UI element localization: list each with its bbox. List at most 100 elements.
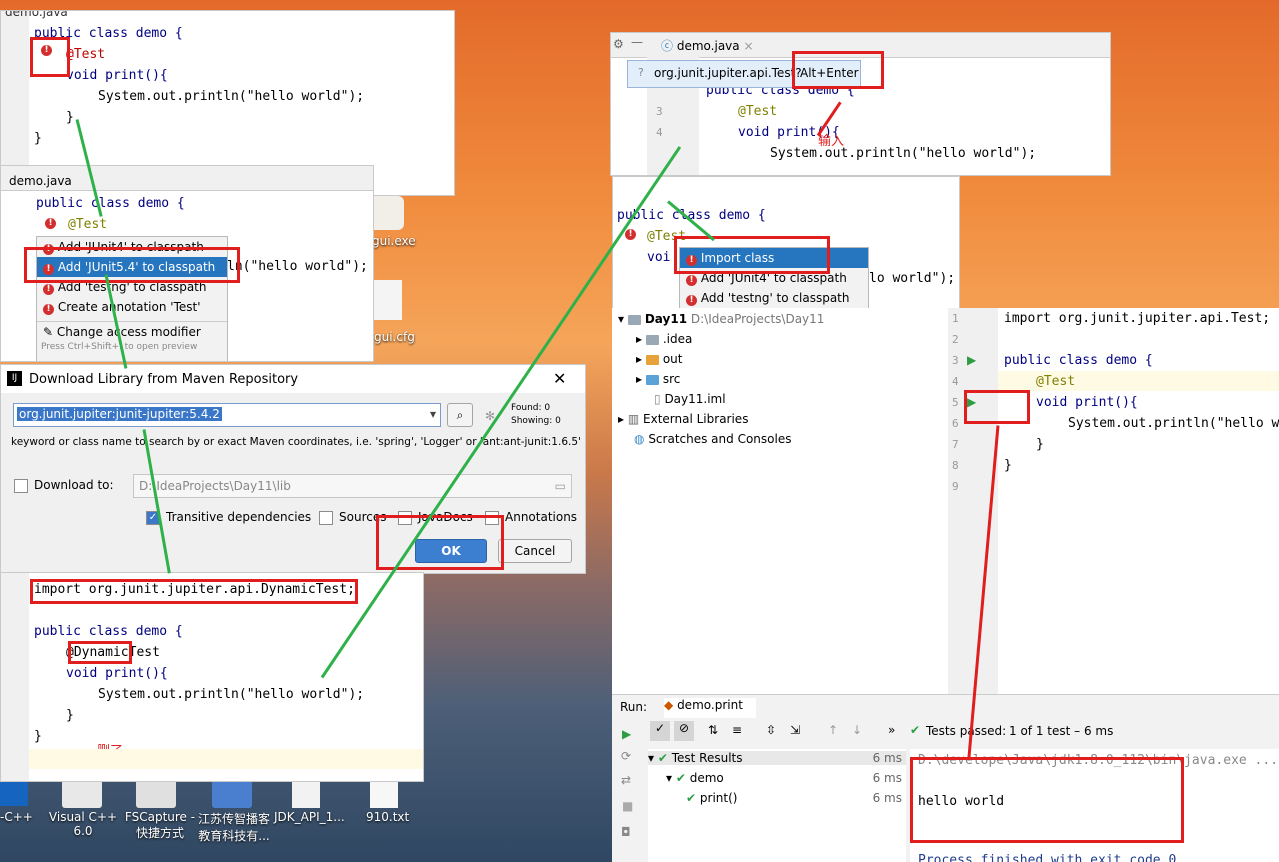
- close-icon[interactable]: ✕: [553, 369, 566, 388]
- editor-tab[interactable]: ⓒ demo.java ×: [661, 37, 754, 54]
- expand-icon[interactable]: ⇳: [766, 723, 776, 737]
- tree-item[interactable]: ▸ ▥ External Libraries: [618, 412, 748, 426]
- editor-tab[interactable]: demo.java: [5, 11, 68, 19]
- menu-item[interactable]: ! Add 'JUnit4' to classpath: [680, 268, 868, 288]
- annotation-line: @DynamicTest: [66, 645, 160, 660]
- test-node[interactable]: ▾ ✔ Test Results 6 ms: [648, 751, 906, 765]
- collapse-icon[interactable]: ⇲: [790, 723, 800, 737]
- toggle-icon[interactable]: ⇄: [621, 773, 631, 787]
- code-line: System.out.println("hello w: [1068, 416, 1279, 431]
- rerun-icon[interactable]: ▶: [622, 727, 631, 741]
- menu-item-selected[interactable]: ! Add 'JUnit5.4' to classpath: [37, 257, 227, 277]
- annotations-checkbox[interactable]: [485, 511, 499, 525]
- stop-icon[interactable]: ■: [622, 799, 633, 813]
- error-bulb-icon[interactable]: !: [45, 218, 56, 229]
- desktop-icon-label: FSCapture - 快捷方式: [124, 810, 196, 840]
- error-bulb-icon[interactable]: !: [41, 45, 52, 56]
- tree-item-label: out: [662, 352, 683, 366]
- line-number: 5: [952, 396, 959, 409]
- run-test-icon[interactable]: ▶: [967, 353, 976, 367]
- text-file-icon[interactable]: [370, 778, 398, 808]
- menu-item[interactable]: ✎ Change access modifier: [37, 321, 227, 342]
- run-test-icon[interactable]: ▶: [967, 395, 976, 409]
- close-icon[interactable]: ×: [743, 39, 753, 53]
- error-bulb-icon: !: [43, 264, 54, 275]
- line-number: 8: [952, 459, 959, 472]
- minimize-icon[interactable]: —: [631, 35, 643, 49]
- import-popup[interactable]: ? org.junit.jupiter.api.Test? Alt+Enter: [627, 60, 861, 88]
- sources-checkbox[interactable]: [319, 511, 333, 525]
- tree-item-label: Day11.iml: [664, 392, 726, 406]
- fscapture-icon[interactable]: [136, 778, 176, 808]
- search-button[interactable]: ⌕: [447, 403, 473, 427]
- sort-duration-icon[interactable]: ≡: [732, 723, 742, 737]
- editor-tab[interactable]: demo.java: [9, 174, 72, 188]
- more-icon[interactable]: »: [888, 723, 895, 737]
- document-icon[interactable]: [292, 778, 320, 808]
- intention-menu: ! Add 'JUnit4' to classpath ! Add 'JUnit…: [36, 236, 228, 361]
- tree-item[interactable]: ◍ Scratches and Consoles: [634, 432, 791, 446]
- app-icon[interactable]: [0, 782, 28, 806]
- ok-button[interactable]: OK: [415, 539, 487, 563]
- intellij-logo-icon: IJ: [7, 371, 22, 386]
- error-bulb-icon[interactable]: !: [625, 229, 636, 240]
- show-passed-icon[interactable]: ✓: [650, 721, 670, 741]
- project-root[interactable]: ▾ Day11 D:\IdeaProjects\Day11: [618, 312, 824, 326]
- tree-item[interactable]: ▯ Day11.iml: [654, 392, 726, 406]
- download-to-checkbox[interactable]: [14, 479, 28, 493]
- rerun-failed-icon[interactable]: ⟳: [621, 749, 631, 763]
- download-path: D:\IdeaProjects\Day11\lib: [139, 479, 291, 493]
- code-line: }: [1004, 458, 1012, 473]
- run-label: Run:: [620, 700, 648, 714]
- passed-icon: ✔: [657, 751, 668, 765]
- javadocs-checkbox[interactable]: [398, 511, 412, 525]
- file-icon[interactable]: [372, 280, 402, 320]
- chevron-down-icon[interactable]: ▾: [430, 407, 436, 421]
- tree-item[interactable]: ▸ out: [636, 352, 683, 366]
- menu-item-label: Add 'testng' to classpath: [57, 280, 207, 294]
- down-icon[interactable]: ↓: [852, 723, 862, 737]
- gear-icon[interactable]: ⚙: [613, 37, 624, 51]
- cancel-button[interactable]: Cancel: [498, 539, 572, 563]
- visual-cpp-icon[interactable]: [62, 780, 102, 808]
- up-icon[interactable]: ↑: [828, 723, 838, 737]
- menu-item[interactable]: ! Add 'JUnit4' to classpath: [37, 237, 227, 257]
- error-bulb-icon: !: [686, 275, 697, 286]
- menu-item-label: Add 'JUnit4' to classpath: [700, 271, 847, 285]
- line-number: 1: [952, 312, 959, 325]
- code-line: }: [66, 110, 74, 125]
- maven-search-input[interactable]: org.junit.jupiter:junit-jupiter:5.4.2 ▾: [13, 403, 441, 427]
- menu-item[interactable]: ! Add 'testng' to classpath: [37, 277, 227, 297]
- camera-icon[interactable]: ◘: [621, 825, 631, 839]
- desktop-icon-label: 江苏传智播客教育科技有...: [197, 812, 270, 843]
- console-output[interactable]: D:\develope\Java\jdk1.8.0_112\bin\java.e…: [910, 749, 1279, 862]
- annotation-line: @Test: [68, 217, 108, 232]
- editor-window-5: public class demo { ! @Test voi lo world…: [612, 176, 960, 310]
- test-time: 6 ms: [872, 751, 902, 765]
- showing-count: Showing: 0: [511, 416, 561, 426]
- menu-item-selected[interactable]: ! Import class: [680, 248, 868, 268]
- test-time: 6 ms: [872, 791, 902, 805]
- intention-menu: ! Import class ! Add 'JUnit4' to classpa…: [679, 247, 869, 309]
- editor-gutter: [1, 573, 29, 781]
- test-node[interactable]: ✔ print() 6 ms: [686, 791, 906, 805]
- download-path-field[interactable]: D:\IdeaProjects\Day11\lib ▭: [133, 474, 572, 498]
- sort-icon[interactable]: ⇅: [708, 723, 718, 737]
- project-name: Day11: [644, 312, 688, 326]
- line-number: 2: [952, 333, 959, 346]
- code-text: public class demo {: [34, 26, 183, 41]
- run-config-tab[interactable]: ◆ demo.print: [664, 698, 756, 718]
- show-ignored-icon[interactable]: ⊘: [674, 721, 694, 741]
- tree-item-label: .idea: [662, 332, 693, 346]
- folder-icon[interactable]: ▭: [555, 479, 566, 493]
- menu-item[interactable]: ! Create annotation 'Test': [37, 297, 227, 317]
- code-line: public class demo {: [1004, 353, 1153, 368]
- code-line: System.out.println("hello world");: [770, 146, 1037, 161]
- shortcut-icon[interactable]: [212, 778, 252, 808]
- test-node[interactable]: ▾ ✔ demo 6 ms: [666, 771, 906, 785]
- menu-item-label: Change access modifier: [56, 325, 201, 339]
- import-text: import org.junit.jupiter.api.DynamicTest…: [34, 582, 355, 597]
- tree-item[interactable]: ▸ .idea: [636, 332, 692, 346]
- tree-item[interactable]: ▸ src: [636, 372, 680, 386]
- menu-item[interactable]: ! Add 'testng' to classpath: [680, 288, 868, 308]
